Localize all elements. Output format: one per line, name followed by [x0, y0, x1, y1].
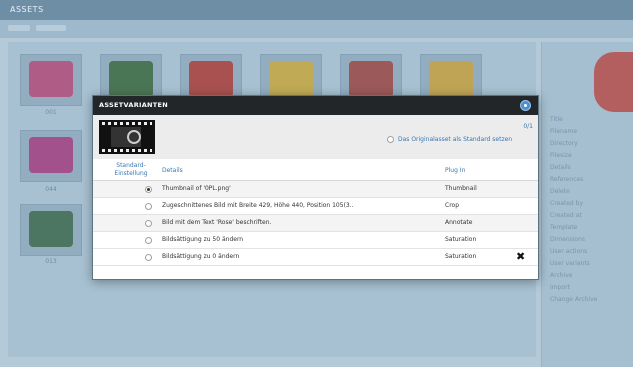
original-as-standard-radio[interactable] [387, 136, 394, 143]
prop-label-title: Title [550, 116, 563, 123]
variant-plugin: Thumbnail [445, 185, 477, 192]
standard-radio[interactable] [145, 203, 152, 210]
prop-label-created-by: Created by [550, 200, 584, 207]
variants-table-header: Standard-Einstellung Details Plug In [93, 159, 538, 181]
flower-red-icon [189, 61, 233, 97]
flower-yellow-icon [269, 61, 313, 97]
prop-label-delete: Delete [550, 188, 570, 195]
prop-label-change-archive: Change Archive [550, 296, 598, 303]
plant-icon [109, 61, 153, 97]
flower-magenta-icon [29, 137, 73, 173]
prop-label-created-at: Created at [550, 212, 582, 219]
variant-plugin: Annotate [445, 219, 473, 226]
prop-label-dimensions: Dimensions [550, 236, 586, 243]
column-header-plugin: Plug In [445, 167, 466, 174]
prop-label-directory: Directory [550, 140, 578, 147]
asset-thumbnail[interactable] [20, 204, 82, 256]
table-row[interactable]: Thumbnail of '0PL.png' Thumbnail [93, 181, 538, 198]
original-as-standard-label[interactable]: Das Originalasset als Standard setzen [398, 136, 512, 143]
flower-red-icon [349, 61, 393, 97]
table-row[interactable]: Bildsättigung zu 50 ändern Saturation [93, 232, 538, 249]
app-title-bar: ASSETS [0, 0, 633, 20]
variant-counter: 0/1 [523, 123, 533, 130]
prop-label-import: Import [550, 284, 570, 291]
table-row[interactable]: Zugeschnittenes Bild mit Breite 429, Höh… [93, 198, 538, 215]
variant-plugin: Saturation [445, 236, 477, 243]
prop-label-template: Template [550, 224, 578, 231]
breadcrumb-item[interactable] [8, 25, 30, 31]
prop-label-references: References [550, 176, 584, 183]
dialog-title: ASSETVARIANTEN [93, 96, 538, 115]
prop-label-archive: Archive [550, 272, 573, 279]
breadcrumb-item[interactable] [36, 25, 66, 31]
variant-details: Zugeschnittenes Bild mit Breite 429, Höh… [162, 202, 354, 209]
variant-details: Bildsättigung zu 0 ändern [162, 253, 240, 260]
variant-details: Bild mit dem Text 'Rose' beschriften. [162, 219, 272, 226]
asset-variants-dialog: ASSETVARIANTEN 0/1 Das Originalasset als… [92, 95, 539, 280]
asset-label: 044 [45, 186, 57, 193]
properties-panel: Title Filename Directory Filesize Detail… [541, 42, 633, 367]
prop-label-filename: Filename [550, 128, 578, 135]
leaf-icon [29, 211, 73, 247]
flower-pink-icon [29, 61, 73, 97]
asset-thumbnail[interactable] [20, 130, 82, 182]
prop-label-details: Details [550, 164, 571, 171]
variant-details: Bildsättigung zu 50 ändern [162, 236, 244, 243]
delete-icon[interactable]: ✖ [516, 250, 525, 263]
column-header-standard: Standard-Einstellung [114, 162, 148, 177]
variant-plugin: Crop [445, 202, 460, 209]
standard-radio[interactable] [145, 237, 152, 244]
variant-plugin: Saturation [445, 253, 477, 260]
app-title: ASSETS [10, 5, 44, 14]
asset-thumbnail[interactable] [20, 54, 82, 106]
column-header-details: Details [162, 167, 183, 174]
flower-thumbnail-icon [127, 130, 141, 144]
table-row[interactable]: Bild mit dem Text 'Rose' beschriften. An… [93, 215, 538, 232]
close-icon[interactable] [520, 100, 531, 111]
standard-radio[interactable] [145, 220, 152, 227]
standard-radio[interactable] [145, 254, 152, 261]
standard-radio[interactable] [145, 186, 152, 193]
prop-label-user-actions: User actions [550, 248, 588, 255]
flower-yellow-icon [429, 61, 473, 97]
variant-details: Thumbnail of '0PL.png' [162, 185, 231, 192]
prop-label-user-variants: User variants [550, 260, 590, 267]
table-row[interactable]: Bildsättigung zu 0 ändern Saturation ✖ [93, 249, 538, 266]
asset-preview [594, 52, 633, 112]
prop-label-filesize: Filesize [550, 152, 572, 159]
toolbar [0, 20, 633, 38]
asset-label: 001 [45, 109, 57, 116]
asset-label: 013 [45, 258, 57, 265]
film-icon [99, 120, 155, 154]
